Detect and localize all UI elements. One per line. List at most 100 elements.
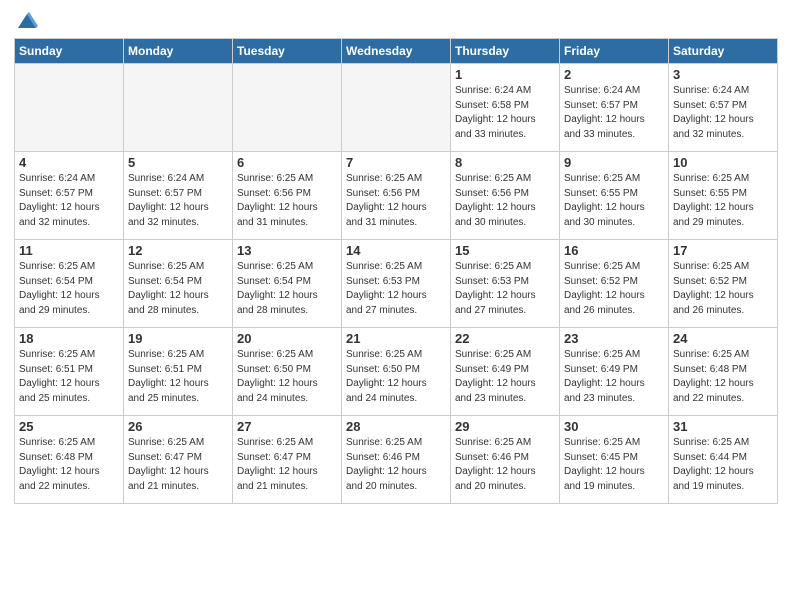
day-number: 29 <box>455 419 555 434</box>
day-number: 5 <box>128 155 228 170</box>
day-info: Sunrise: 6:25 AM Sunset: 6:56 PM Dayligh… <box>455 172 555 230</box>
col-header-saturday: Saturday <box>669 39 778 64</box>
col-header-sunday: Sunday <box>15 39 124 64</box>
calendar-cell: 10 Sunrise: 6:25 AM Sunset: 6:55 PM Dayli… <box>669 152 778 240</box>
day-number: 3 <box>673 67 773 82</box>
day-number: 15 <box>455 243 555 258</box>
calendar-week-row: 1 Sunrise: 6:24 AM Sunset: 6:58 PM Daylig… <box>15 64 778 152</box>
calendar-cell <box>124 64 233 152</box>
calendar-cell: 6 Sunrise: 6:25 AM Sunset: 6:56 PM Daylig… <box>233 152 342 240</box>
calendar-cell: 12 Sunrise: 6:25 AM Sunset: 6:54 PM Dayli… <box>124 240 233 328</box>
calendar-cell: 14 Sunrise: 6:25 AM Sunset: 6:53 PM Dayli… <box>342 240 451 328</box>
day-info: Sunrise: 6:25 AM Sunset: 6:55 PM Dayligh… <box>673 172 773 230</box>
calendar-cell <box>342 64 451 152</box>
day-info: Sunrise: 6:25 AM Sunset: 6:52 PM Dayligh… <box>564 260 664 318</box>
calendar-cell: 28 Sunrise: 6:25 AM Sunset: 6:46 PM Dayli… <box>342 416 451 504</box>
day-info: Sunrise: 6:25 AM Sunset: 6:53 PM Dayligh… <box>455 260 555 318</box>
col-header-wednesday: Wednesday <box>342 39 451 64</box>
calendar-cell: 25 Sunrise: 6:25 AM Sunset: 6:48 PM Dayli… <box>15 416 124 504</box>
day-info: Sunrise: 6:25 AM Sunset: 6:56 PM Dayligh… <box>237 172 337 230</box>
calendar-cell: 5 Sunrise: 6:24 AM Sunset: 6:57 PM Daylig… <box>124 152 233 240</box>
day-number: 13 <box>237 243 337 258</box>
day-number: 19 <box>128 331 228 346</box>
calendar-week-row: 18 Sunrise: 6:25 AM Sunset: 6:51 PM Dayli… <box>15 328 778 416</box>
day-info: Sunrise: 6:25 AM Sunset: 6:48 PM Dayligh… <box>19 436 119 494</box>
calendar-cell: 1 Sunrise: 6:24 AM Sunset: 6:58 PM Daylig… <box>451 64 560 152</box>
day-number: 10 <box>673 155 773 170</box>
day-number: 9 <box>564 155 664 170</box>
day-info: Sunrise: 6:25 AM Sunset: 6:49 PM Dayligh… <box>564 348 664 406</box>
day-info: Sunrise: 6:25 AM Sunset: 6:46 PM Dayligh… <box>346 436 446 494</box>
header <box>14 10 778 30</box>
day-info: Sunrise: 6:24 AM Sunset: 6:57 PM Dayligh… <box>564 84 664 142</box>
day-info: Sunrise: 6:24 AM Sunset: 6:57 PM Dayligh… <box>128 172 228 230</box>
logo <box>14 10 38 30</box>
day-number: 8 <box>455 155 555 170</box>
calendar-cell: 23 Sunrise: 6:25 AM Sunset: 6:49 PM Dayli… <box>560 328 669 416</box>
calendar-week-row: 25 Sunrise: 6:25 AM Sunset: 6:48 PM Dayli… <box>15 416 778 504</box>
day-info: Sunrise: 6:25 AM Sunset: 6:47 PM Dayligh… <box>128 436 228 494</box>
col-header-thursday: Thursday <box>451 39 560 64</box>
calendar-week-row: 11Sunrise: 6:25 AM Sunset: 6:54 PM Dayli… <box>15 240 778 328</box>
day-number: 21 <box>346 331 446 346</box>
calendar-header-row: SundayMondayTuesdayWednesdayThursdayFrid… <box>15 39 778 64</box>
day-info: Sunrise: 6:25 AM Sunset: 6:49 PM Dayligh… <box>455 348 555 406</box>
day-number: 14 <box>346 243 446 258</box>
calendar-cell: 8 Sunrise: 6:25 AM Sunset: 6:56 PM Daylig… <box>451 152 560 240</box>
day-info: Sunrise: 6:25 AM Sunset: 6:55 PM Dayligh… <box>564 172 664 230</box>
calendar-cell <box>15 64 124 152</box>
day-number: 2 <box>564 67 664 82</box>
calendar-cell: 22 Sunrise: 6:25 AM Sunset: 6:49 PM Dayli… <box>451 328 560 416</box>
day-info: Sunrise: 6:25 AM Sunset: 6:54 PM Dayligh… <box>128 260 228 318</box>
day-info: Sunrise: 6:25 AM Sunset: 6:53 PM Dayligh… <box>346 260 446 318</box>
calendar-cell: 21 Sunrise: 6:25 AM Sunset: 6:50 PM Dayli… <box>342 328 451 416</box>
day-number: 26 <box>128 419 228 434</box>
day-number: 22 <box>455 331 555 346</box>
day-info: Sunrise: 6:25 AM Sunset: 6:47 PM Dayligh… <box>237 436 337 494</box>
calendar-cell: 29 Sunrise: 6:25 AM Sunset: 6:46 PM Dayli… <box>451 416 560 504</box>
calendar-cell: 16 Sunrise: 6:25 AM Sunset: 6:52 PM Dayli… <box>560 240 669 328</box>
calendar-cell: 11Sunrise: 6:25 AM Sunset: 6:54 PM Dayli… <box>15 240 124 328</box>
day-number: 31 <box>673 419 773 434</box>
day-number: 20 <box>237 331 337 346</box>
day-number: 6 <box>237 155 337 170</box>
day-info: Sunrise: 6:24 AM Sunset: 6:57 PM Dayligh… <box>673 84 773 142</box>
day-info: Sunrise: 6:25 AM Sunset: 6:51 PM Dayligh… <box>128 348 228 406</box>
col-header-monday: Monday <box>124 39 233 64</box>
page: SundayMondayTuesdayWednesdayThursdayFrid… <box>0 0 792 612</box>
day-info: Sunrise: 6:25 AM Sunset: 6:54 PM Dayligh… <box>19 260 119 318</box>
day-number: 7 <box>346 155 446 170</box>
day-info: Sunrise: 6:25 AM Sunset: 6:46 PM Dayligh… <box>455 436 555 494</box>
calendar-cell: 31Sunrise: 6:25 AM Sunset: 6:44 PM Dayli… <box>669 416 778 504</box>
calendar: SundayMondayTuesdayWednesdayThursdayFrid… <box>14 38 778 504</box>
col-header-tuesday: Tuesday <box>233 39 342 64</box>
calendar-cell: 9 Sunrise: 6:25 AM Sunset: 6:55 PM Daylig… <box>560 152 669 240</box>
calendar-week-row: 4Sunrise: 6:24 AM Sunset: 6:57 PM Daylig… <box>15 152 778 240</box>
day-number: 16 <box>564 243 664 258</box>
day-number: 28 <box>346 419 446 434</box>
col-header-friday: Friday <box>560 39 669 64</box>
calendar-cell: 30 Sunrise: 6:25 AM Sunset: 6:45 PM Dayli… <box>560 416 669 504</box>
day-number: 23 <box>564 331 664 346</box>
day-info: Sunrise: 6:25 AM Sunset: 6:51 PM Dayligh… <box>19 348 119 406</box>
calendar-cell: 15 Sunrise: 6:25 AM Sunset: 6:53 PM Dayli… <box>451 240 560 328</box>
calendar-cell: 3 Sunrise: 6:24 AM Sunset: 6:57 PM Daylig… <box>669 64 778 152</box>
day-info: Sunrise: 6:25 AM Sunset: 6:54 PM Dayligh… <box>237 260 337 318</box>
day-number: 18 <box>19 331 119 346</box>
calendar-cell: 17Sunrise: 6:25 AM Sunset: 6:52 PM Dayli… <box>669 240 778 328</box>
calendar-cell: 20Sunrise: 6:25 AM Sunset: 6:50 PM Dayli… <box>233 328 342 416</box>
day-info: Sunrise: 6:25 AM Sunset: 6:56 PM Dayligh… <box>346 172 446 230</box>
day-info: Sunrise: 6:25 AM Sunset: 6:50 PM Dayligh… <box>346 348 446 406</box>
calendar-cell: 18 Sunrise: 6:25 AM Sunset: 6:51 PM Dayli… <box>15 328 124 416</box>
day-number: 30 <box>564 419 664 434</box>
day-number: 25 <box>19 419 119 434</box>
day-number: 1 <box>455 67 555 82</box>
calendar-cell: 26 Sunrise: 6:25 AM Sunset: 6:47 PM Dayli… <box>124 416 233 504</box>
day-number: 17 <box>673 243 773 258</box>
calendar-cell: 24Sunrise: 6:25 AM Sunset: 6:48 PM Dayli… <box>669 328 778 416</box>
day-number: 24 <box>673 331 773 346</box>
day-info: Sunrise: 6:25 AM Sunset: 6:45 PM Dayligh… <box>564 436 664 494</box>
day-number: 12 <box>128 243 228 258</box>
day-info: Sunrise: 6:24 AM Sunset: 6:58 PM Dayligh… <box>455 84 555 142</box>
calendar-cell: 19 Sunrise: 6:25 AM Sunset: 6:51 PM Dayli… <box>124 328 233 416</box>
